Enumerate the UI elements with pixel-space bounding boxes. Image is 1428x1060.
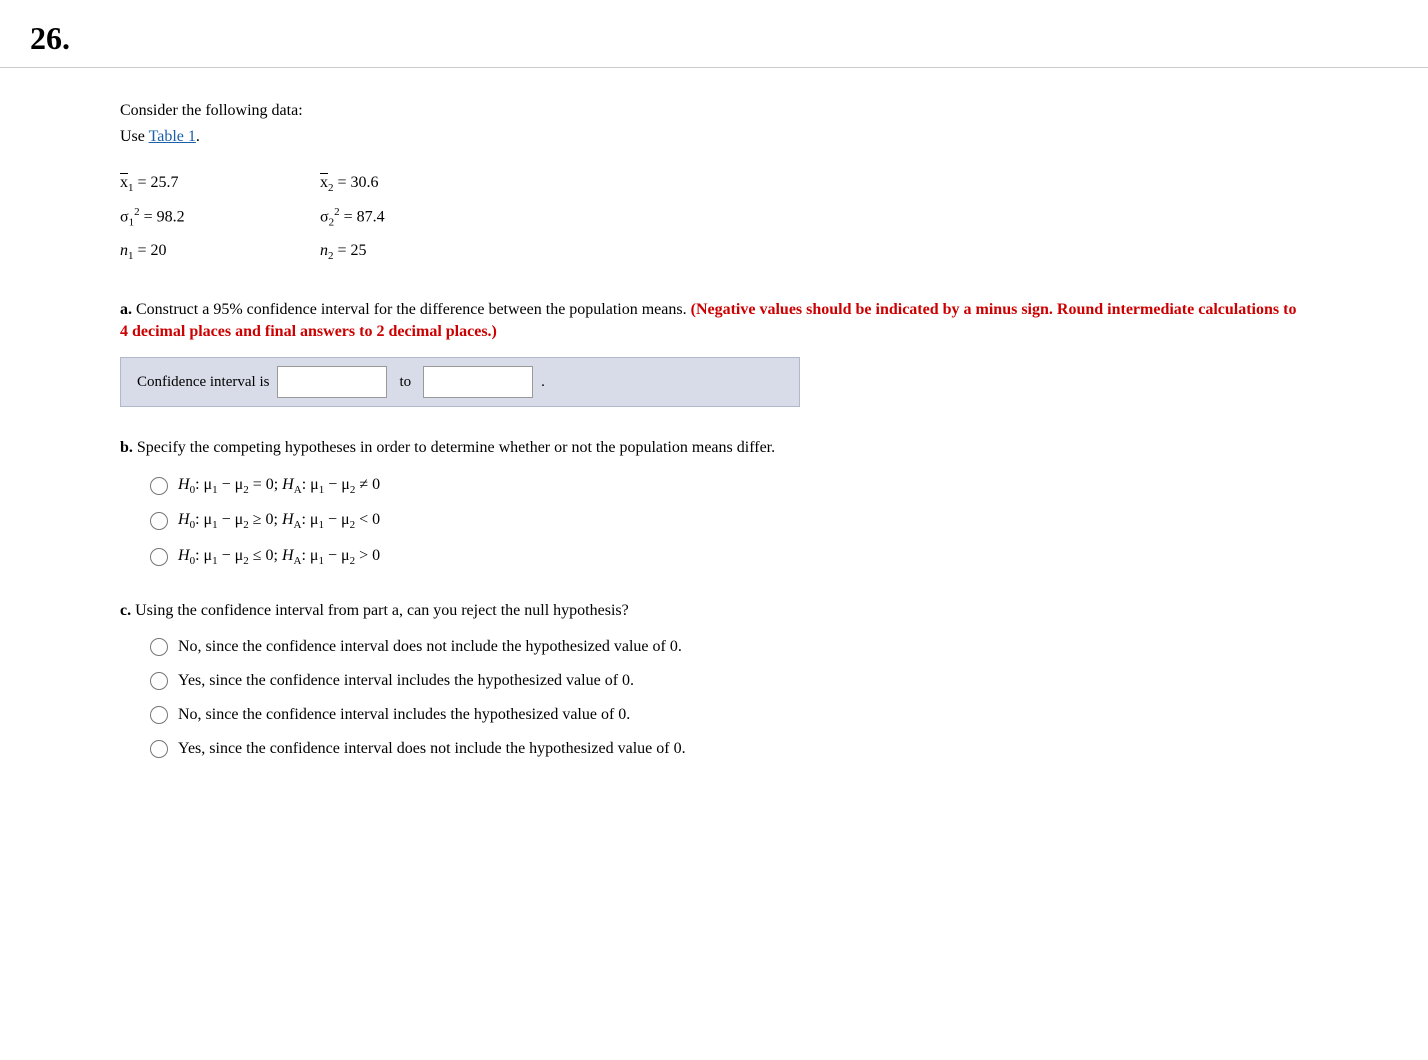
- part-b-option-3-text: H0: μ1 − μ2 ≤ 0; HA: μ1 − μ2 > 0: [178, 544, 380, 570]
- part-c: c. Using the confidence interval from pa…: [120, 598, 1308, 762]
- part-c-option-1-text: No, since the confidence interval does n…: [178, 635, 682, 659]
- part-c-radio-3[interactable]: [150, 706, 168, 724]
- part-b-radio-2[interactable]: [150, 512, 168, 530]
- confidence-interval-row: Confidence interval is to .: [120, 357, 800, 407]
- part-b-radio-1[interactable]: [150, 477, 168, 495]
- data-table: x1 = 25.7 x2 = 30.6 σ12 = 98.2 σ22 = 87.…: [120, 169, 1308, 267]
- part-c-option-3-text: No, since the confidence interval includ…: [178, 703, 630, 727]
- confidence-dot: .: [541, 374, 545, 391]
- confidence-to: to: [395, 374, 415, 391]
- table1-link[interactable]: Table 1: [149, 128, 196, 145]
- sigma1-value: σ12 = 98.2: [120, 203, 320, 233]
- confidence-input-upper[interactable]: [423, 366, 533, 398]
- part-b-radio-group: H0: μ1 − μ2 = 0; HA: μ1 − μ2 ≠ 0 H0: μ1 …: [150, 473, 1308, 570]
- intro-text: Consider the following data: Use Table 1…: [120, 98, 1308, 149]
- part-c-option-4-text: Yes, since the confidence interval does …: [178, 737, 686, 761]
- n2-value: n2 = 25: [320, 237, 520, 267]
- part-c-radio-2[interactable]: [150, 672, 168, 690]
- part-a-text: Construct a 95% confidence interval for …: [136, 301, 691, 318]
- part-b-option-1[interactable]: H0: μ1 − μ2 = 0; HA: μ1 − μ2 ≠ 0: [150, 473, 1308, 499]
- part-b-option-3[interactable]: H0: μ1 − μ2 ≤ 0; HA: μ1 − μ2 > 0: [150, 544, 1308, 570]
- confidence-input-lower[interactable]: [277, 366, 387, 398]
- part-b-text: Specify the competing hypotheses in orde…: [137, 439, 775, 456]
- part-a: a. Construct a 95% confidence interval f…: [120, 297, 1308, 407]
- n1-value: n1 = 20: [120, 237, 320, 267]
- x2-value: x2 = 30.6: [320, 169, 520, 199]
- part-b-option-2-text: H0: μ1 − μ2 ≥ 0; HA: μ1 − μ2 < 0: [178, 508, 380, 534]
- part-c-option-3[interactable]: No, since the confidence interval includ…: [150, 703, 1308, 727]
- part-b-label: b.: [120, 439, 133, 456]
- x1-value: x1 = 25.7: [120, 169, 320, 199]
- part-c-option-2-text: Yes, since the confidence interval inclu…: [178, 669, 634, 693]
- question-number: 26.: [0, 0, 1428, 68]
- part-c-option-2[interactable]: Yes, since the confidence interval inclu…: [150, 669, 1308, 693]
- part-c-label: c.: [120, 602, 131, 619]
- intro-line2: Use: [120, 128, 149, 145]
- part-c-radio-4[interactable]: [150, 740, 168, 758]
- intro-line2-end: .: [196, 128, 200, 145]
- part-c-text: Using the confidence interval from part …: [135, 602, 629, 619]
- part-a-label: a.: [120, 301, 132, 318]
- part-b-option-2[interactable]: H0: μ1 − μ2 ≥ 0; HA: μ1 − μ2 < 0: [150, 508, 1308, 534]
- part-b-radio-3[interactable]: [150, 548, 168, 566]
- sigma2-value: σ22 = 87.4: [320, 203, 520, 233]
- part-c-option-1[interactable]: No, since the confidence interval does n…: [150, 635, 1308, 659]
- part-b: b. Specify the competing hypotheses in o…: [120, 435, 1308, 570]
- part-c-radio-group: No, since the confidence interval does n…: [150, 635, 1308, 761]
- part-c-option-4[interactable]: Yes, since the confidence interval does …: [150, 737, 1308, 761]
- intro-line1: Consider the following data:: [120, 102, 303, 119]
- part-b-option-1-text: H0: μ1 − μ2 = 0; HA: μ1 − μ2 ≠ 0: [178, 473, 380, 499]
- part-c-radio-1[interactable]: [150, 638, 168, 656]
- confidence-label: Confidence interval is: [137, 374, 269, 391]
